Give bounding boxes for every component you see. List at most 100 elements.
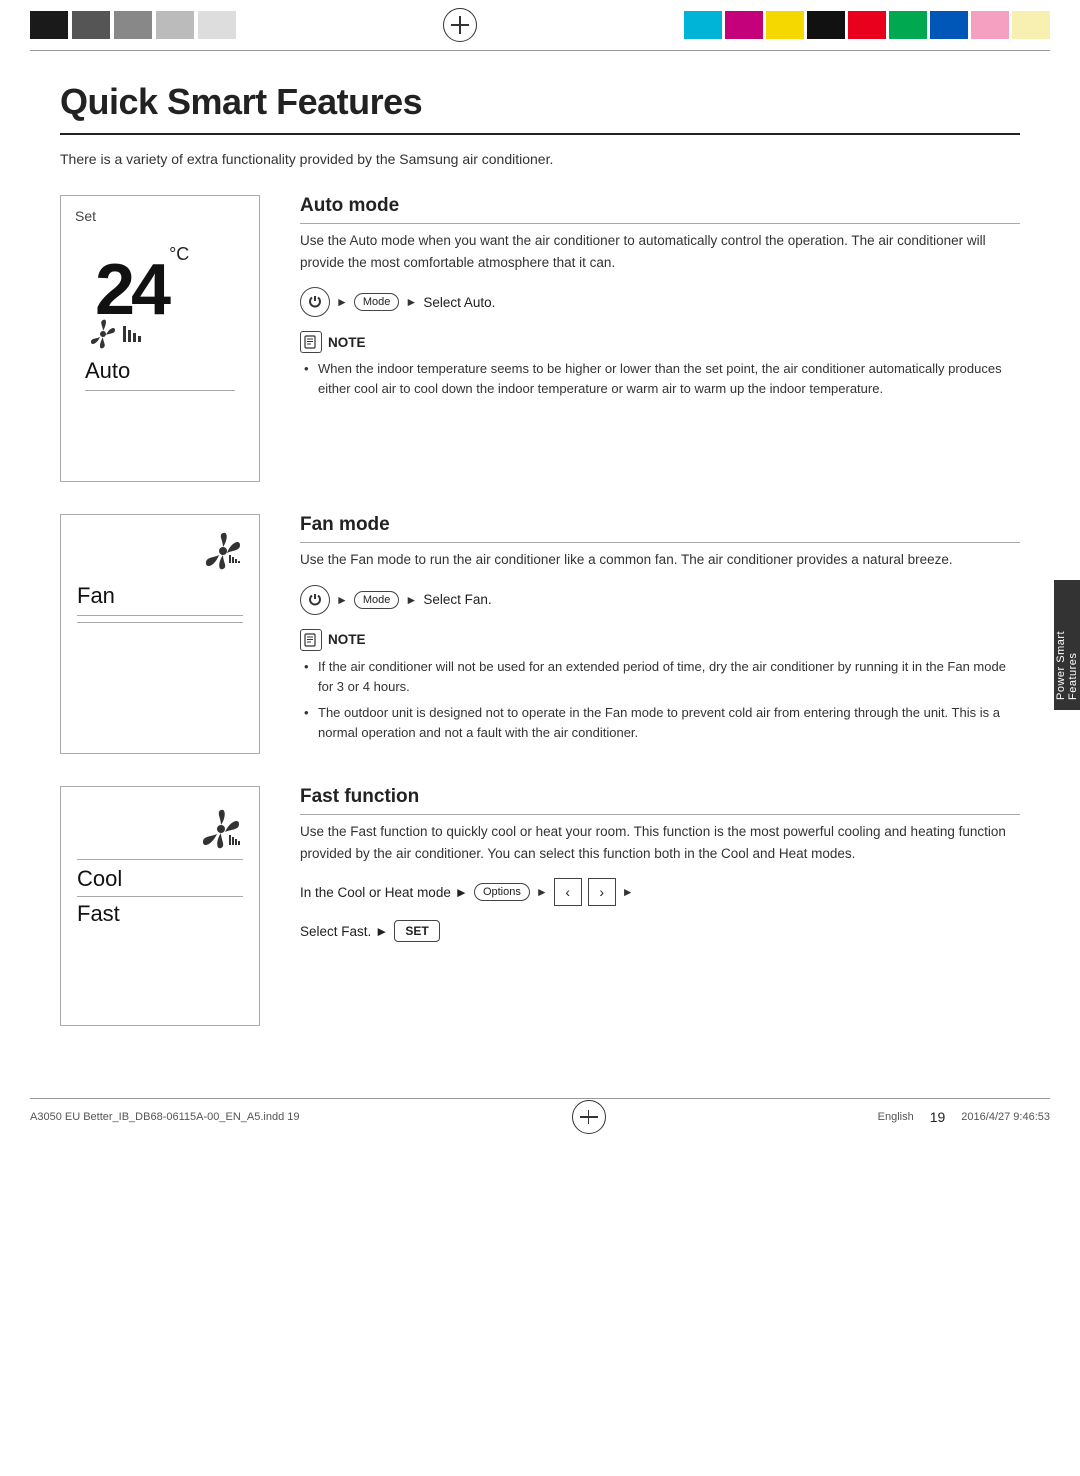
footer-date: 2016/4/27 9:46:53 xyxy=(961,1111,1050,1123)
fast-instruction-row-2: Select Fast. ► SET xyxy=(300,920,1020,942)
color-mark-blue xyxy=(930,11,968,39)
arrow-2-fan: ► xyxy=(405,593,417,607)
note-icon-fan xyxy=(300,629,322,651)
arrow-1-fan: ► xyxy=(336,593,348,607)
page-footer: A3050 EU Better_IB_DB68-06115A-00_EN_A5.… xyxy=(30,1098,1050,1135)
side-tab: Power Smart Features xyxy=(1054,580,1080,710)
auto-icons-row xyxy=(87,318,147,350)
fast-section-content: Fast function Use the Fast function to q… xyxy=(300,786,1020,942)
color-mark-green xyxy=(889,11,927,39)
color-mark-magenta xyxy=(725,11,763,39)
print-marks-left xyxy=(30,11,236,39)
fan-note-item-2: The outdoor unit is designed not to oper… xyxy=(300,703,1020,743)
mode-button-fan[interactable]: Mode xyxy=(354,591,400,609)
arrow-1-auto: ► xyxy=(336,295,348,309)
auto-section-content: Auto mode Use the Auto mode when you wan… xyxy=(300,195,1020,405)
note-icon-auto xyxy=(300,331,322,353)
note-label-fan: NOTE xyxy=(328,632,366,647)
fan-icon-area xyxy=(77,531,243,571)
footer-page-label: English xyxy=(878,1111,914,1123)
fan-device-box: Fan xyxy=(60,514,260,754)
document-icon xyxy=(304,335,318,349)
intro-text: There is a variety of extra functionalit… xyxy=(60,151,1020,167)
print-mark-gray3 xyxy=(156,11,194,39)
fan-instruction-row: ► Mode ► Select Fan. xyxy=(300,585,1020,615)
print-marks-top xyxy=(0,0,1080,50)
footer-file-info: A3050 EU Better_IB_DB68-06115A-00_EN_A5.… xyxy=(30,1111,299,1123)
print-mark-gray4 xyxy=(198,11,236,39)
fast-section-title: Fast function xyxy=(300,786,1020,815)
left-arrow-button[interactable]: ‹ xyxy=(554,878,582,906)
auto-mode-section: Set 24 °C xyxy=(60,195,1020,482)
auto-note-list: When the indoor temperature seems to be … xyxy=(300,359,1020,399)
print-marks-right xyxy=(684,11,1050,39)
auto-note-item-1: When the indoor temperature seems to be … xyxy=(300,359,1020,399)
auto-device-box: Set 24 °C xyxy=(60,195,260,482)
fast-instruction-part1: In the Cool or Heat mode ► xyxy=(300,885,468,900)
fast-separator-line xyxy=(77,896,243,897)
fan-mode-section: Fan Fan mode Use the Fan mode to run the… xyxy=(60,514,1020,754)
document-icon-fan xyxy=(304,633,318,647)
options-button[interactable]: Options xyxy=(474,883,530,901)
color-mark-pink xyxy=(971,11,1009,39)
page-title: Quick Smart Features xyxy=(60,81,1020,123)
fan-note-item-1: If the air conditioner will not be used … xyxy=(300,657,1020,697)
select-fast-text: Select Fast. ► xyxy=(300,924,388,939)
power-icon xyxy=(308,295,322,309)
power-button-fan[interactable] xyxy=(300,585,330,615)
fast-label: Fast xyxy=(77,901,120,927)
auto-set-label: Set xyxy=(75,208,96,224)
set-button[interactable]: SET xyxy=(394,920,439,942)
color-mark-red xyxy=(848,11,886,39)
auto-section-title: Auto mode xyxy=(300,195,1020,224)
fan-device-icon xyxy=(203,531,243,571)
power-icon-fan xyxy=(308,593,322,607)
fan-note-list: If the air conditioner will not be used … xyxy=(300,657,1020,744)
auto-temp: 24 xyxy=(95,254,167,326)
power-button-auto[interactable] xyxy=(300,287,330,317)
auto-note-box: NOTE When the indoor temperature seems t… xyxy=(300,331,1020,399)
cool-fan-icon xyxy=(199,807,243,851)
select-auto-text: Select Auto. xyxy=(423,295,495,310)
auto-mode-label: Auto xyxy=(85,358,235,391)
fan-icon xyxy=(87,318,119,350)
degree-symbol: °C xyxy=(169,244,189,265)
auto-instruction-row: ► Mode ► Select Auto. xyxy=(300,287,1020,317)
color-mark-lightyellow xyxy=(1012,11,1050,39)
color-mark-cyan xyxy=(684,11,722,39)
right-arrow-button[interactable]: › xyxy=(588,878,616,906)
fan-section-title: Fan mode xyxy=(300,514,1020,543)
fast-section-desc: Use the Fast function to quickly cool or… xyxy=(300,821,1020,864)
print-mark-black xyxy=(30,11,68,39)
crosshair-top-center xyxy=(444,9,476,41)
print-mark-gray2 xyxy=(114,11,152,39)
arrow-after-options: ► xyxy=(536,885,548,899)
print-mark-gray1 xyxy=(72,11,110,39)
cool-device-box: Cool Fast xyxy=(60,786,260,1026)
cool-icon-area xyxy=(77,807,243,851)
crosshair-footer xyxy=(577,1105,601,1129)
fan-section-content: Fan mode Use the Fan mode to run the air… xyxy=(300,514,1020,749)
fast-instruction-row-1: In the Cool or Heat mode ► Options ► ‹ ›… xyxy=(300,878,1020,906)
print-marks-bottom xyxy=(0,1135,1080,1143)
mode-button-auto[interactable]: Mode xyxy=(354,293,400,311)
arrow-end-row1: ► xyxy=(622,885,634,899)
footer-right: English 19 2016/4/27 9:46:53 xyxy=(878,1109,1050,1125)
color-mark-yellow xyxy=(766,11,804,39)
fast-function-section: Cool Fast Fast function Use the Fast fun… xyxy=(60,786,1020,1026)
page-number: 19 xyxy=(930,1109,946,1125)
note-label-auto: NOTE xyxy=(328,335,366,350)
fan-note-box: NOTE If the air conditioner will not be … xyxy=(300,629,1020,744)
fan-label-row: Fan xyxy=(77,583,243,623)
arrow-2-auto: ► xyxy=(405,295,417,309)
title-rule xyxy=(60,133,1020,135)
fan-section-desc: Use the Fan mode to run the air conditio… xyxy=(300,549,1020,571)
cool-label: Cool xyxy=(77,866,122,892)
cool-separator-line xyxy=(77,859,243,860)
fan-mode-label: Fan xyxy=(77,583,243,616)
bars-icon xyxy=(123,322,147,346)
fan-note-header: NOTE xyxy=(300,629,1020,651)
select-fan-text: Select Fan. xyxy=(423,592,491,607)
color-mark-black xyxy=(807,11,845,39)
main-content: Quick Smart Features There is a variety … xyxy=(0,51,1080,1088)
